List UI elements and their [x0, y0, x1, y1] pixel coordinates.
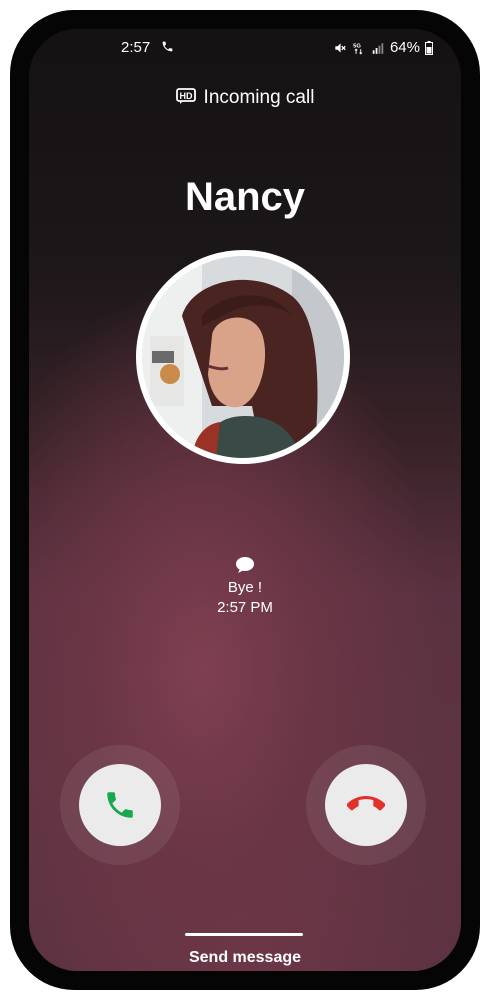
- message-text: Bye !: [227, 579, 263, 596]
- send-message-button[interactable]: Send message: [29, 949, 461, 967]
- phone-frame: 2:57 5G 64% HD Incoming call Nancy Bye !…: [10, 10, 480, 990]
- call-type-label: HD Incoming call: [29, 87, 461, 109]
- answer-button[interactable]: [79, 764, 161, 846]
- battery-icon: [425, 40, 433, 55]
- message-time: 2:57 PM: [217, 599, 273, 616]
- swipe-handle[interactable]: [185, 933, 303, 936]
- battery-percent: 64%: [389, 39, 420, 56]
- message-bubble-icon: [236, 557, 254, 573]
- hd-icon: HD: [175, 88, 196, 104]
- phone-decline-icon: [347, 795, 385, 811]
- status-time: 2:57: [121, 39, 151, 56]
- svg-text:5G: 5G: [353, 43, 361, 49]
- caller-name: Nancy: [184, 175, 306, 219]
- svg-text:HD: HD: [179, 91, 192, 101]
- status-bar: 2:57 5G 64%: [29, 29, 461, 69]
- last-message: Bye ! 2:57 PM: [29, 556, 461, 618]
- phone-call-icon: [162, 41, 173, 52]
- decline-button-ring: [306, 745, 426, 865]
- mute-icon: [335, 42, 346, 53]
- 5g-icon: 5G: [353, 43, 363, 54]
- caller-avatar: [136, 250, 350, 464]
- call-screen: 2:57 5G 64% HD Incoming call Nancy Bye !…: [29, 29, 461, 971]
- status-icons: 5G 64%: [333, 39, 433, 56]
- answer-button-ring: [60, 745, 180, 865]
- call-type-text: Incoming call: [203, 87, 315, 108]
- phone-answer-icon: [107, 792, 133, 818]
- signal-icon: [372, 42, 384, 54]
- decline-button[interactable]: [325, 764, 407, 846]
